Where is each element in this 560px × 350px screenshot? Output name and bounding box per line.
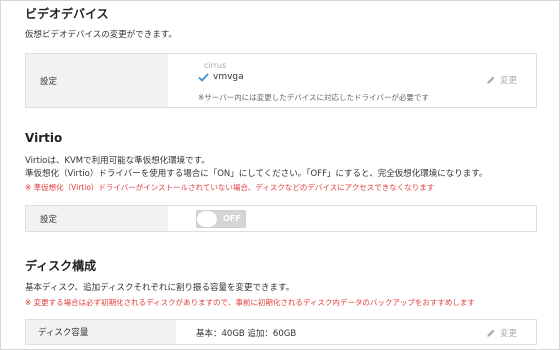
check-icon <box>198 72 209 82</box>
virtio-toggle[interactable]: OFF <box>196 210 246 228</box>
video-setting-label: 設定 <box>26 54 168 107</box>
virtio-warning: ※ 準仮想化（Virtio）ドライバーがインストールされていない場合、ディスクな… <box>25 183 435 192</box>
disk-config-description: 基本ディスク、追加ディスクそれぞれに割り振る容量を変更できます。 <box>25 283 295 293</box>
virtio-row: 設定 OFF <box>25 205 537 232</box>
toggle-knob <box>196 210 218 228</box>
disk-config-warning: ※ 変更する場合は必ず初期化されるディスクがありますので、事前に初期化されるディ… <box>25 298 475 307</box>
disk-capacity-label: ディスク容量 <box>26 320 176 344</box>
disk-edit-button[interactable]: 変更 <box>486 327 517 339</box>
settings-panel: ビデオデバイス 仮想ビデオデバイスの変更ができます。 設定 cirrus vmv… <box>0 0 560 350</box>
virtio-description-line2: 準仮想化（Virtio）ドライバーを使用する場合に「ON」にしてください。「OF… <box>25 169 488 179</box>
video-option-vmvga: vmvga <box>213 72 244 82</box>
video-option-cirrus: cirrus <box>204 61 227 70</box>
video-edit-button[interactable]: 変更 <box>486 74 517 86</box>
pencil-icon <box>487 329 495 337</box>
virtio-setting-label: 設定 <box>26 206 168 231</box>
disk-config-title: ディスク構成 <box>25 259 97 273</box>
pencil-icon <box>487 76 495 84</box>
video-device-title: ビデオデバイス <box>25 7 109 21</box>
disk-edit-label: 変更 <box>500 329 518 339</box>
toggle-state-text: OFF <box>223 214 241 223</box>
virtio-title: Virtio <box>25 131 63 145</box>
video-edit-label: 変更 <box>500 76 518 86</box>
video-option-selected: vmvga <box>198 72 244 82</box>
video-device-description: 仮想ビデオデバイスの変更ができます。 <box>25 30 177 40</box>
virtio-description-line1: Virtioは、KVMで利用可能な準仮想化環境です。 <box>25 156 210 166</box>
video-driver-note: ※サーバー内には変更したデバイスに対応したドライバーが必要です <box>198 93 429 102</box>
disk-capacity-row: ディスク容量 基本：40GB 追加：60GB 変更 <box>25 319 537 345</box>
disk-capacity-value: 基本：40GB 追加：60GB <box>196 329 297 339</box>
video-device-row: 設定 cirrus vmvga ※サーバー内には変更したデバイスに対応したドライ… <box>25 53 537 108</box>
